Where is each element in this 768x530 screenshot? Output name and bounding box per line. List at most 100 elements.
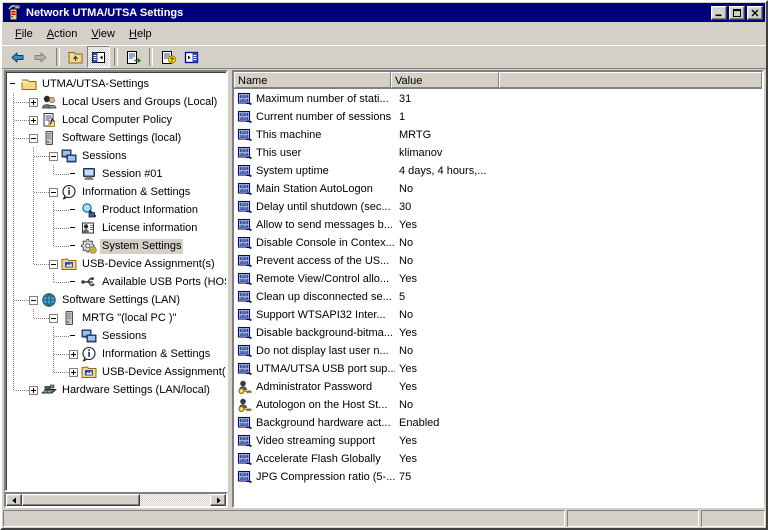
table-row[interactable]: Autologon on the Host St... No: [234, 396, 762, 414]
row-value: 75: [399, 471, 412, 483]
scope-tree[interactable]: UTMA/UTSA-Settings Local Users and Groups…: [4, 70, 228, 492]
tree-line: [13, 273, 14, 291]
expand-plus-icon[interactable]: [29, 385, 38, 395]
table-row[interactable]: 1011 0101 Current number of sessions 1: [234, 108, 762, 126]
table-row[interactable]: 1011 0101 Support WTSAPI32 Inter... No: [234, 306, 762, 324]
svg-text:0101: 0101: [240, 189, 248, 193]
row-name: UTMA/UTSA USB port sup...: [256, 363, 395, 375]
help-icon[interactable]: ?: [157, 46, 180, 68]
tree-line: [33, 309, 34, 318]
row-name: Prevent access of the US...: [256, 255, 390, 267]
tree-item-usb-device-assignment-s[interactable]: USB-Device Assignment(s): [6, 363, 226, 381]
back-arrow-icon[interactable]: [6, 46, 29, 68]
export-list-icon[interactable]: [122, 46, 145, 68]
menu-view[interactable]: View: [84, 26, 122, 42]
tree-item-local-computer-policy[interactable]: Local Computer Policy: [6, 111, 226, 129]
collapse-minus-icon[interactable]: [29, 133, 38, 143]
collapse-minus-icon[interactable]: [49, 151, 58, 161]
table-row[interactable]: 1011 0101 Main Station AutoLogon No: [234, 180, 762, 198]
scroll-thumb[interactable]: [22, 494, 140, 506]
tree-item-product-information[interactable]: Product Information: [6, 201, 226, 219]
tree-item-software-settings-local[interactable]: Software Settings (local): [6, 129, 226, 147]
tree-item-software-settings-lan[interactable]: Software Settings (LAN): [6, 291, 226, 309]
maximize-button[interactable]: [729, 5, 745, 20]
tree-item-label: Software Settings (local): [62, 131, 182, 144]
table-row[interactable]: Administrator Password Yes: [234, 378, 762, 396]
expand-plus-icon[interactable]: [69, 367, 78, 377]
tree-item-information-settings[interactable]: Information & Settings: [6, 183, 226, 201]
table-row[interactable]: 1011 0101 UTMA/UTSA USB port sup... Yes: [234, 360, 762, 378]
up-one-level-icon[interactable]: [64, 46, 87, 68]
table-row[interactable]: 1011 0101 Remote View/Control allo... Yes: [234, 270, 762, 288]
tree-item-information-settings[interactable]: Information & Settings: [6, 345, 226, 363]
collapse-minus-icon[interactable]: [49, 187, 58, 197]
scroll-right-button[interactable]: [210, 494, 226, 506]
table-row[interactable]: 1011 0101 Clean up disconnected se... 5: [234, 288, 762, 306]
tree-line: [33, 165, 34, 183]
column-header-value[interactable]: Value: [391, 72, 499, 88]
menu-help[interactable]: Help: [122, 26, 159, 42]
tree-item-available-usb-ports-host-p[interactable]: Available USB Ports (HOST-P: [6, 273, 226, 291]
tree-item-system-settings[interactable]: System Settings: [6, 237, 226, 255]
table-row[interactable]: 1011 0101 Background hardware act... Enable…: [234, 414, 762, 432]
tree-item-utma-utsa-settings[interactable]: UTMA/UTSA-Settings: [6, 75, 226, 93]
table-row[interactable]: 1011 0101 This user klimanov: [234, 144, 762, 162]
tree-line: [54, 210, 69, 211]
row-name: Main Station AutoLogon: [256, 183, 373, 195]
table-row[interactable]: 1011 0101 System uptime 4 days, 4 hours,...: [234, 162, 762, 180]
table-row[interactable]: 1011 0101 Video streaming support Yes: [234, 432, 762, 450]
table-row[interactable]: 1011 0101 Prevent access of the US... No: [234, 252, 762, 270]
tree-item-label: Hardware Settings (LAN/local): [62, 383, 210, 396]
show-hide-tree-icon[interactable]: [87, 46, 110, 68]
tree-horizontal-scrollbar[interactable]: [4, 492, 228, 508]
menu-action[interactable]: Action: [40, 26, 85, 42]
row-name: Autologon on the Host St...: [256, 399, 388, 411]
scroll-left-button[interactable]: [6, 494, 22, 506]
table-row[interactable]: 1011 0101 JPG Compression ratio (5-... 75: [234, 468, 762, 486]
expand-plus-icon[interactable]: [29, 97, 38, 107]
column-header-name[interactable]: Name: [234, 72, 391, 88]
tree-item-sessions[interactable]: Sessions: [6, 327, 226, 345]
row-value: Enabled: [399, 417, 440, 429]
table-row[interactable]: 1011 0101 Disable background-bitma... Yes: [234, 324, 762, 342]
table-row[interactable]: 1011 0101 Allow to send messages b... Yes: [234, 216, 762, 234]
tree-item-label: Local Users and Groups (Local): [62, 95, 218, 108]
collapse-minus-icon[interactable]: [29, 295, 38, 305]
tree-item-sessions[interactable]: Sessions: [6, 147, 226, 165]
row-value: Yes: [399, 435, 417, 447]
tree-item-hardware-settings-lan-local[interactable]: Hardware Settings (LAN/local): [6, 381, 226, 399]
expand-plus-icon[interactable]: [69, 349, 78, 359]
tree-line: [13, 381, 14, 390]
menu-file[interactable]: File: [8, 26, 40, 42]
tree-item-local-users-and-groups-local[interactable]: Local Users and Groups (Local): [6, 93, 226, 111]
column-header-blank[interactable]: [499, 72, 762, 88]
table-row[interactable]: 1011 0101 This machine MRTG: [234, 126, 762, 144]
expand-plus-icon[interactable]: [29, 115, 38, 125]
binary-setting-icon: 1011 0101: [237, 109, 253, 125]
table-row[interactable]: 1011 0101 Delay until shutdown (sec... 30: [234, 198, 762, 216]
table-row[interactable]: 1011 0101 Disable Console in Contex... No: [234, 234, 762, 252]
row-value: MRTG: [399, 129, 432, 141]
table-row[interactable]: 1011 0101 Do not display last user n... No: [234, 342, 762, 360]
collapse-minus-icon[interactable]: [49, 259, 58, 269]
tree-line: [13, 255, 14, 273]
tree-item-usb-device-assignment-s[interactable]: USB-Device Assignment(s): [6, 255, 226, 273]
table-row[interactable]: 1011 0101 Accelerate Flash Globally Yes: [234, 450, 762, 468]
collapse-minus-icon[interactable]: [49, 313, 58, 323]
tree-item-session-01[interactable]: Session #01: [6, 165, 226, 183]
product-info-icon: [81, 202, 97, 218]
close-button[interactable]: [747, 5, 763, 20]
hardware-icon: [41, 382, 57, 398]
gears-icon: [81, 238, 97, 254]
title-bar[interactable]: Network UTMA/UTSA Settings: [3, 3, 765, 22]
tree-item-label: USB-Device Assignment(s): [102, 365, 228, 378]
result-list[interactable]: Name Value 1011 0101 Maximum number of stat…: [232, 70, 764, 508]
tree-item-mrtg-local-pc[interactable]: MRTG "(local PC )": [6, 309, 226, 327]
minimize-button[interactable]: [711, 5, 727, 20]
tree-line: [14, 120, 29, 121]
svg-text:0101: 0101: [240, 441, 248, 445]
tree-item-license-information[interactable]: License information: [6, 219, 226, 237]
scroll-track[interactable]: [140, 494, 210, 506]
table-row[interactable]: 1011 0101 Maximum number of stati... 31: [234, 90, 762, 108]
show-pane-icon[interactable]: [180, 46, 203, 68]
